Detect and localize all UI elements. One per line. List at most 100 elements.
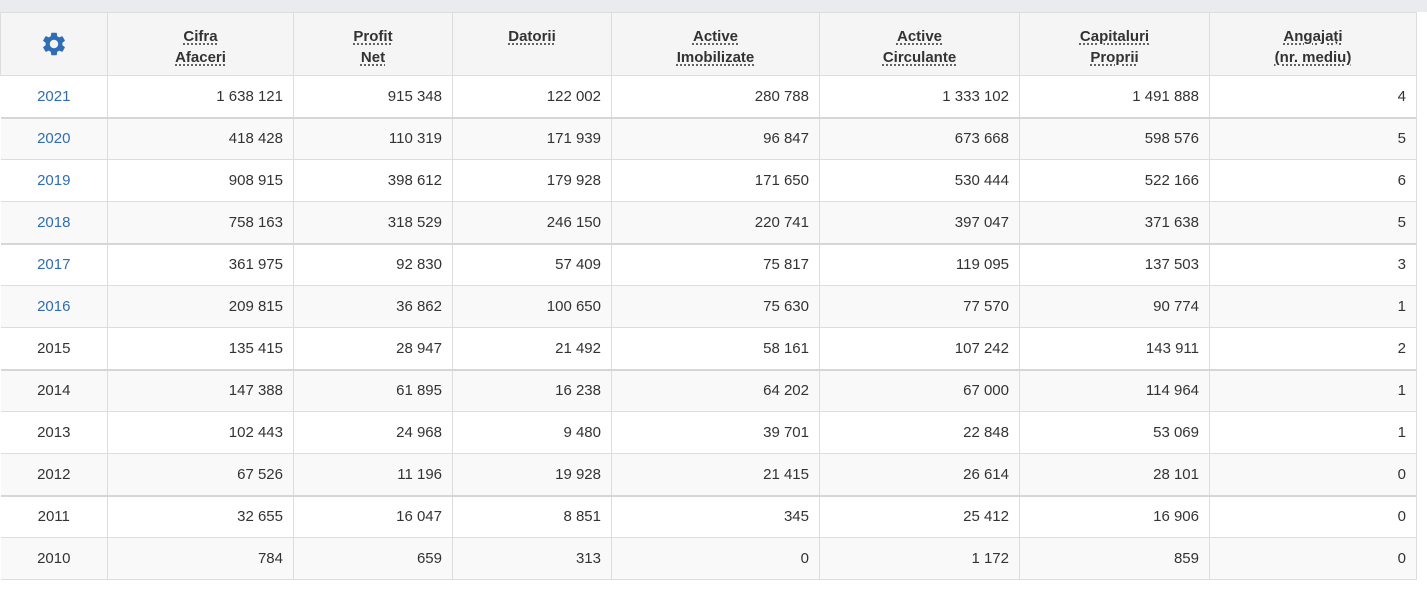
year-label: 2011 bbox=[37, 508, 70, 526]
value-profit-net: 16 047 bbox=[293, 494, 453, 538]
value-active-circulante: 397 047 bbox=[819, 201, 1020, 244]
year-link[interactable]: 2017 bbox=[37, 256, 70, 273]
header-label-line1: Active bbox=[896, 28, 943, 45]
value-datorii: 8 851 bbox=[452, 494, 612, 538]
year-cell: 2014 bbox=[0, 368, 108, 412]
header-capitaluri-proprii[interactable]: Capitaluri Proprii bbox=[1019, 12, 1210, 76]
value-profit-net: 318 529 bbox=[293, 201, 453, 244]
value-datorii: 9 480 bbox=[452, 411, 612, 454]
table-row: 2016 209 815 36 862 100 650 75 630 77 570 90 7… bbox=[0, 285, 1417, 328]
year-cell[interactable]: 2019 bbox=[0, 159, 108, 202]
year-cell[interactable]: 2017 bbox=[0, 242, 108, 286]
value-active-imobilizate: 58 161 bbox=[611, 327, 820, 370]
year-cell: 2013 bbox=[0, 411, 108, 454]
value-capitaluri-proprii: 53 069 bbox=[1019, 411, 1210, 454]
year-cell[interactable]: 2018 bbox=[0, 201, 108, 244]
value-capitaluri-proprii: 522 166 bbox=[1019, 159, 1210, 202]
value-cifra-afaceri: 1 638 121 bbox=[107, 75, 294, 118]
year-cell: 2012 bbox=[0, 453, 108, 496]
value-angajati: 5 bbox=[1209, 201, 1417, 244]
value-active-circulante: 25 412 bbox=[819, 494, 1020, 538]
table-row: 2017 361 975 92 830 57 409 75 817 119 095 137 … bbox=[0, 242, 1417, 286]
table-row: 2012 67 526 11 196 19 928 21 415 26 614 28 101… bbox=[0, 453, 1417, 496]
header-label-line1: Active bbox=[692, 28, 739, 45]
value-active-circulante: 22 848 bbox=[819, 411, 1020, 454]
value-active-imobilizate: 220 741 bbox=[611, 201, 820, 244]
value-active-circulante: 26 614 bbox=[819, 453, 1020, 496]
value-profit-net: 11 196 bbox=[293, 453, 453, 496]
header-cifra-afaceri[interactable]: Cifra Afaceri bbox=[107, 12, 294, 76]
value-capitaluri-proprii: 137 503 bbox=[1019, 242, 1210, 286]
value-datorii: 100 650 bbox=[452, 285, 612, 328]
header-label-line2: Afaceri bbox=[175, 49, 226, 66]
value-angajati: 3 bbox=[1209, 242, 1417, 286]
table-body: 2021 1 638 121 915 348 122 002 280 788 1 333 … bbox=[0, 75, 1417, 580]
header-active-circulante[interactable]: Active Circulante bbox=[819, 12, 1020, 76]
value-angajati: 1 bbox=[1209, 411, 1417, 454]
value-active-imobilizate: 280 788 bbox=[611, 75, 820, 118]
value-profit-net: 61 895 bbox=[293, 368, 453, 412]
top-bar bbox=[0, 0, 1427, 12]
table-row: 2020 418 428 110 319 171 939 96 847 673 668 59… bbox=[0, 116, 1417, 160]
table-row: 2013 102 443 24 968 9 480 39 701 22 848 53 069… bbox=[0, 411, 1417, 454]
year-cell[interactable]: 2016 bbox=[0, 285, 108, 328]
value-cifra-afaceri: 908 915 bbox=[107, 159, 294, 202]
value-active-imobilizate: 0 bbox=[611, 537, 820, 580]
gear-icon[interactable] bbox=[40, 30, 68, 58]
header-active-imobilizate[interactable]: Active Imobilizate bbox=[611, 12, 820, 76]
value-datorii: 122 002 bbox=[452, 75, 612, 118]
header-label-line1: Angajați bbox=[1283, 28, 1343, 45]
value-angajati: 0 bbox=[1209, 453, 1417, 496]
value-capitaluri-proprii: 859 bbox=[1019, 537, 1210, 580]
year-cell: 2011 bbox=[0, 494, 108, 538]
year-cell: 2010 bbox=[0, 537, 108, 580]
value-datorii: 179 928 bbox=[452, 159, 612, 202]
header-label-line1: Capitaluri bbox=[1079, 28, 1150, 45]
value-active-circulante: 77 570 bbox=[819, 285, 1020, 328]
table-row: 2018 758 163 318 529 246 150 220 741 397 047 3… bbox=[0, 201, 1417, 244]
value-active-circulante: 67 000 bbox=[819, 368, 1020, 412]
header-datorii[interactable]: Datorii bbox=[452, 12, 612, 76]
value-active-imobilizate: 171 650 bbox=[611, 159, 820, 202]
settings-cell[interactable] bbox=[0, 12, 108, 76]
header-row: Cifra Afaceri Profit Net Datorii Active … bbox=[0, 12, 1417, 76]
value-angajati: 0 bbox=[1209, 494, 1417, 538]
year-link[interactable]: 2016 bbox=[37, 298, 70, 315]
header-profit-net[interactable]: Profit Net bbox=[293, 12, 453, 76]
value-capitaluri-proprii: 143 911 bbox=[1019, 327, 1210, 370]
year-cell[interactable]: 2021 bbox=[0, 75, 108, 118]
value-cifra-afaceri: 147 388 bbox=[107, 368, 294, 412]
value-active-imobilizate: 75 630 bbox=[611, 285, 820, 328]
year-label: 2015 bbox=[37, 339, 71, 357]
value-profit-net: 110 319 bbox=[293, 116, 453, 160]
year-link[interactable]: 2018 bbox=[37, 214, 70, 231]
header-label-line2: Proprii bbox=[1090, 49, 1139, 66]
year-cell: 2015 bbox=[0, 327, 108, 370]
table-row: 2015 135 415 28 947 21 492 58 161 107 242 143 … bbox=[0, 327, 1417, 370]
value-profit-net: 659 bbox=[293, 537, 453, 580]
header-label-line1: Cifra bbox=[183, 28, 218, 45]
value-capitaluri-proprii: 1 491 888 bbox=[1019, 75, 1210, 118]
value-capitaluri-proprii: 28 101 bbox=[1019, 453, 1210, 496]
value-active-imobilizate: 39 701 bbox=[611, 411, 820, 454]
year-link[interactable]: 2021 bbox=[37, 88, 70, 105]
value-datorii: 16 238 bbox=[452, 368, 612, 412]
year-link[interactable]: 2019 bbox=[37, 172, 70, 189]
value-capitaluri-proprii: 90 774 bbox=[1019, 285, 1210, 328]
value-active-circulante: 107 242 bbox=[819, 327, 1020, 370]
value-active-circulante: 1 333 102 bbox=[819, 75, 1020, 118]
header-angajati[interactable]: Angajați (nr. mediu) bbox=[1209, 12, 1417, 76]
header-label-line2: Circulante bbox=[882, 49, 957, 66]
value-profit-net: 28 947 bbox=[293, 327, 453, 370]
value-active-imobilizate: 64 202 bbox=[611, 368, 820, 412]
header-label-line1: Profit bbox=[353, 28, 393, 45]
value-angajati: 0 bbox=[1209, 537, 1417, 580]
financial-table: Cifra Afaceri Profit Net Datorii Active … bbox=[0, 12, 1417, 580]
value-capitaluri-proprii: 371 638 bbox=[1019, 201, 1210, 244]
year-link[interactable]: 2020 bbox=[37, 130, 70, 147]
table-row: 2021 1 638 121 915 348 122 002 280 788 1 333 … bbox=[0, 75, 1417, 118]
table-row: 2014 147 388 61 895 16 238 64 202 67 000 114 9… bbox=[0, 368, 1417, 412]
table-row: 2010 784 659 313 0 1 172 859 0 bbox=[0, 537, 1417, 580]
year-cell[interactable]: 2020 bbox=[0, 116, 108, 160]
value-datorii: 57 409 bbox=[452, 242, 612, 286]
